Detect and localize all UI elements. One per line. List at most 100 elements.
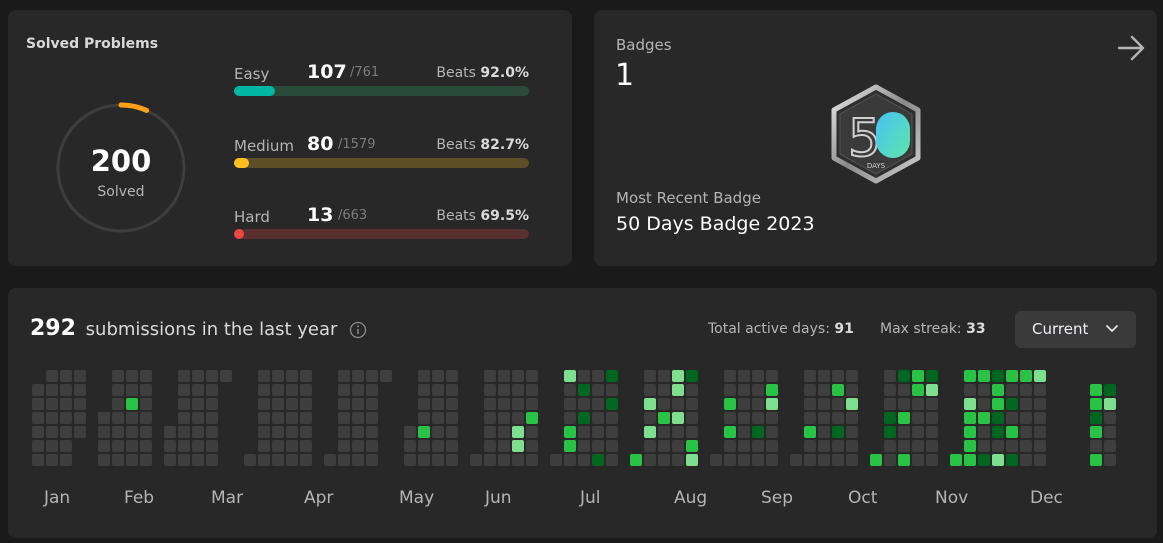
heatmap-day-cell[interactable] (578, 412, 590, 424)
heatmap-day-cell[interactable] (926, 370, 938, 382)
heatmap-day-cell[interactable] (512, 412, 524, 424)
heatmap-day-cell[interactable] (752, 384, 764, 396)
heatmap-day-cell[interactable] (804, 454, 816, 466)
heatmap-day-cell[interactable] (60, 426, 72, 438)
heatmap-day-cell[interactable] (564, 384, 576, 396)
heatmap-day-cell[interactable] (818, 370, 830, 382)
heatmap-day-cell[interactable] (98, 454, 110, 466)
heatmap-day-cell[interactable] (300, 440, 312, 452)
heatmap-day-cell[interactable] (126, 384, 138, 396)
heatmap-day-cell[interactable] (32, 398, 44, 410)
heatmap-day-cell[interactable] (432, 426, 444, 438)
heatmap-day-cell[interactable] (418, 412, 430, 424)
heatmap-day-cell[interactable] (686, 384, 698, 396)
heatmap-day-cell[interactable] (418, 384, 430, 396)
heatmap-day-cell[interactable] (380, 370, 392, 382)
heatmap-day-cell[interactable] (526, 426, 538, 438)
heatmap-day-cell[interactable] (964, 426, 976, 438)
heatmap-day-cell[interactable] (446, 454, 458, 466)
heatmap-day-cell[interactable] (300, 398, 312, 410)
heatmap-day-cell[interactable] (206, 426, 218, 438)
heatmap-day-cell[interactable] (286, 454, 298, 466)
heatmap-day-cell[interactable] (672, 370, 684, 382)
heatmap-day-cell[interactable] (992, 384, 1004, 396)
heatmap-day-cell[interactable] (498, 426, 510, 438)
heatmap-day-cell[interactable] (1006, 370, 1018, 382)
heatmap-day-cell[interactable] (192, 440, 204, 452)
heatmap-day-cell[interactable] (724, 370, 736, 382)
heatmap-day-cell[interactable] (964, 370, 976, 382)
heatmap-day-cell[interactable] (592, 426, 604, 438)
heatmap-day-cell[interactable] (126, 426, 138, 438)
heatmap-day-cell[interactable] (992, 398, 1004, 410)
heatmap-day-cell[interactable] (592, 384, 604, 396)
heatmap-day-cell[interactable] (366, 370, 378, 382)
heatmap-day-cell[interactable] (126, 398, 138, 410)
heatmap-day-cell[interactable] (140, 384, 152, 396)
heatmap-day-cell[interactable] (272, 426, 284, 438)
heatmap-day-cell[interactable] (112, 440, 124, 452)
heatmap-day-cell[interactable] (592, 412, 604, 424)
heatmap-day-cell[interactable] (126, 440, 138, 452)
heatmap-day-cell[interactable] (484, 398, 496, 410)
heatmap-day-cell[interactable] (32, 440, 44, 452)
heatmap-day-cell[interactable] (846, 440, 858, 452)
heatmap-day-cell[interactable] (658, 398, 670, 410)
heatmap-day-cell[interactable] (870, 454, 882, 466)
heatmap-day-cell[interactable] (512, 426, 524, 438)
heatmap-day-cell[interactable] (724, 398, 736, 410)
heatmap-day-cell[interactable] (112, 384, 124, 396)
heatmap-day-cell[interactable] (206, 440, 218, 452)
heatmap-day-cell[interactable] (846, 370, 858, 382)
heatmap-day-cell[interactable] (898, 426, 910, 438)
heatmap-day-cell[interactable] (286, 398, 298, 410)
heatmap-day-cell[interactable] (912, 440, 924, 452)
heatmap-day-cell[interactable] (818, 454, 830, 466)
heatmap-day-cell[interactable] (644, 426, 656, 438)
heatmap-day-cell[interactable] (366, 454, 378, 466)
heatmap-day-cell[interactable] (512, 454, 524, 466)
heatmap-day-cell[interactable] (300, 454, 312, 466)
heatmap-day-cell[interactable] (418, 440, 430, 452)
heatmap-day-cell[interactable] (404, 440, 416, 452)
heatmap-day-cell[interactable] (352, 412, 364, 424)
heatmap-day-cell[interactable] (352, 426, 364, 438)
heatmap-day-cell[interactable] (126, 412, 138, 424)
heatmap-day-cell[interactable] (710, 454, 722, 466)
heatmap-day-cell[interactable] (526, 370, 538, 382)
heatmap-day-cell[interactable] (992, 440, 1004, 452)
heatmap-day-cell[interactable] (1034, 370, 1046, 382)
heatmap-day-cell[interactable] (1006, 426, 1018, 438)
heatmap-day-cell[interactable] (526, 454, 538, 466)
heatmap-day-cell[interactable] (658, 440, 670, 452)
heatmap-day-cell[interactable] (1006, 440, 1018, 452)
heatmap-day-cell[interactable] (286, 370, 298, 382)
heatmap-day-cell[interactable] (258, 454, 270, 466)
heatmap-day-cell[interactable] (432, 440, 444, 452)
heatmap-day-cell[interactable] (74, 384, 86, 396)
heatmap-day-cell[interactable] (140, 412, 152, 424)
heatmap-day-cell[interactable] (686, 398, 698, 410)
heatmap-day-cell[interactable] (978, 454, 990, 466)
heatmap-day-cell[interactable] (1034, 440, 1046, 452)
heatmap-day-cell[interactable] (286, 426, 298, 438)
heatmap-day-cell[interactable] (978, 384, 990, 396)
heatmap-day-cell[interactable] (818, 398, 830, 410)
heatmap-day-cell[interactable] (766, 384, 778, 396)
heatmap-day-cell[interactable] (950, 454, 962, 466)
heatmap-day-cell[interactable] (672, 454, 684, 466)
heatmap-day-cell[interactable] (258, 426, 270, 438)
heatmap-day-cell[interactable] (498, 412, 510, 424)
heatmap-day-cell[interactable] (1090, 398, 1102, 410)
heatmap-day-cell[interactable] (658, 412, 670, 424)
heatmap-day-cell[interactable] (804, 370, 816, 382)
heatmap-day-cell[interactable] (192, 454, 204, 466)
heatmap-day-cell[interactable] (1104, 440, 1116, 452)
view-badges-button[interactable] (1109, 32, 1149, 64)
heatmap-day-cell[interactable] (112, 398, 124, 410)
heatmap-day-cell[interactable] (272, 412, 284, 424)
heatmap-day-cell[interactable] (338, 440, 350, 452)
heatmap-day-cell[interactable] (32, 384, 44, 396)
heatmap-day-cell[interactable] (484, 370, 496, 382)
heatmap-day-cell[interactable] (644, 454, 656, 466)
